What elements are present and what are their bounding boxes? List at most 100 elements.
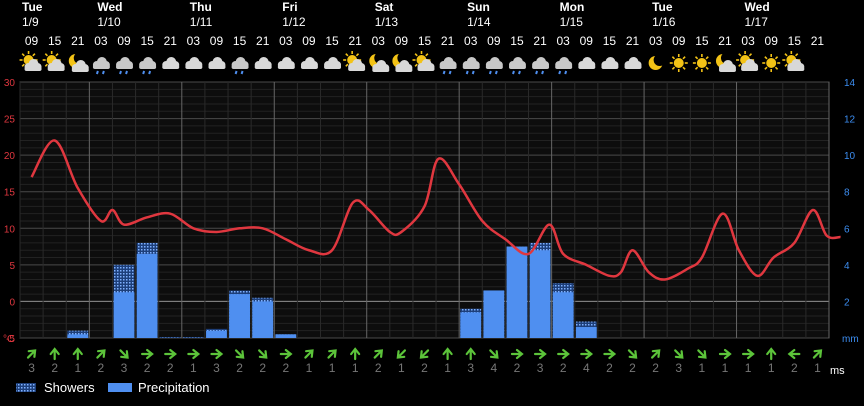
wind-arrow-shape — [72, 347, 83, 361]
wind-arrow-shape — [327, 349, 337, 359]
rain-cloud-icon — [508, 57, 526, 75]
wind-arrow-icon — [580, 348, 594, 360]
wind-arrow-icon — [510, 348, 524, 360]
rain-drop — [119, 70, 122, 75]
left-tick-label: 30 — [4, 78, 16, 89]
hour-label: 15 — [788, 34, 802, 48]
cloud-icon — [162, 57, 180, 69]
cloud-base — [485, 65, 503, 69]
wind-speed-label: 2 — [144, 361, 151, 375]
wind-arrow-shape — [603, 348, 617, 360]
hour-label: 03 — [372, 34, 386, 48]
day-name: Wed — [97, 0, 122, 14]
partly-cloudy-day-icon — [782, 51, 805, 71]
cloud-base — [439, 65, 457, 69]
sun-ray — [682, 66, 686, 70]
day-date: 1/13 — [375, 15, 399, 29]
precipitation-bar — [552, 292, 574, 338]
wind-arrow-icon — [557, 348, 570, 360]
showers-bar — [159, 337, 181, 338]
cloud-icon — [277, 57, 295, 69]
cloud-base — [47, 67, 65, 71]
hour-label: 15 — [603, 34, 617, 48]
hour-label: 21 — [811, 34, 825, 48]
wind-arrow-shape — [234, 349, 245, 359]
rain-drop — [558, 70, 562, 75]
hour-label: 09 — [487, 34, 501, 48]
legend-label-showers: Showers — [44, 380, 95, 395]
wind-speed-label: 1 — [352, 361, 359, 375]
rain-cloud-icon — [555, 57, 573, 75]
wind-arrow-icon — [533, 348, 547, 360]
hour-label: 21 — [441, 34, 455, 48]
hour-label: 21 — [164, 34, 178, 48]
rain-drop — [488, 70, 492, 75]
hour-label: 09 — [210, 34, 224, 48]
hour-label: 03 — [557, 34, 571, 48]
wind-speed-label: 1 — [814, 361, 821, 375]
wind-arrow-icon — [373, 349, 384, 359]
rain-drop — [541, 70, 545, 75]
rain-drop — [564, 70, 568, 75]
sun-ray — [44, 53, 48, 57]
weather-icon-row — [19, 51, 805, 75]
wind-arrow-shape — [533, 348, 547, 360]
sun-ray — [21, 63, 25, 67]
rain-drop — [148, 70, 152, 75]
rain-cloud-icon — [439, 57, 457, 75]
cloud-icon — [624, 57, 642, 69]
right-tick-label: 10 — [844, 151, 856, 162]
wind-speed-label: 2 — [259, 361, 266, 375]
cloud-base — [185, 65, 203, 69]
wind-arrow-icon — [812, 349, 823, 359]
cloud-base — [555, 65, 573, 69]
cloud-base — [601, 65, 619, 69]
rain-drop — [125, 70, 128, 75]
wind-speed-label: 1 — [444, 361, 451, 375]
sun-icon — [762, 54, 781, 72]
partly-cloudy-night-icon — [369, 52, 390, 72]
wind-arrow-icon — [766, 347, 777, 361]
sun-ray — [795, 53, 799, 57]
sun-ray — [345, 63, 349, 67]
wind-arrow-shape — [787, 348, 801, 360]
rain-drop — [101, 70, 105, 75]
right-tick-label: 12 — [844, 115, 856, 126]
sun-ray — [671, 66, 676, 70]
showers-bar — [182, 337, 204, 338]
wind-arrow-shape — [718, 348, 732, 360]
cloud-base — [462, 65, 480, 69]
cloud-base — [92, 65, 110, 69]
sun-ray — [414, 53, 418, 57]
left-axis-unit: °C — [3, 334, 14, 345]
cloud-icon — [578, 57, 596, 69]
hour-label: 15 — [233, 34, 247, 48]
wind-arrow-icon — [674, 349, 684, 359]
wind-arrow-shape — [697, 349, 707, 359]
wind-arrow-shape — [489, 349, 499, 359]
wind-arrow-shape — [258, 349, 268, 359]
wind-arrow-icon — [279, 348, 293, 360]
wind-speed-label: 2 — [652, 361, 659, 375]
wind-row: 3 2 1 2 3 2 2 1 3 2 2 2 1 1 1 2 1 2 1 3 4 2 3 2 4 2 2 2 3 1 1 1 1 2 1 ms — [26, 347, 845, 377]
cloud-base — [231, 65, 249, 69]
left-tick-label: 20 — [4, 151, 16, 162]
wind-speed-label: 1 — [190, 361, 197, 375]
cloud-base — [277, 65, 295, 69]
wind-speed-label: 1 — [722, 361, 729, 375]
wind-arrow-shape — [279, 348, 293, 360]
precipitation-bar — [506, 246, 528, 338]
day-date: 1/12 — [282, 15, 306, 29]
chart-svg: Tue1/9Wed1/10Thu1/11Fri1/12Sat1/13Sun1/1… — [3, 0, 859, 395]
wind-speed-label: 1 — [329, 361, 336, 375]
hour-row: 09 15 21 03 09 15 21 03 09 15 21 03 09 15 21 03 09 15 21 03… — [25, 34, 825, 48]
wind-speed-label: 2 — [98, 361, 105, 375]
partly-cloudy-day-icon — [19, 51, 42, 71]
wind-arrow-icon — [741, 348, 755, 360]
hour-label: 21 — [626, 34, 640, 48]
day-name: Tue — [22, 0, 43, 14]
wind-arrow-shape — [350, 347, 361, 361]
hour-label: 09 — [580, 34, 594, 48]
hour-label: 09 — [395, 34, 409, 48]
wind-speed-label: 4 — [490, 361, 497, 375]
